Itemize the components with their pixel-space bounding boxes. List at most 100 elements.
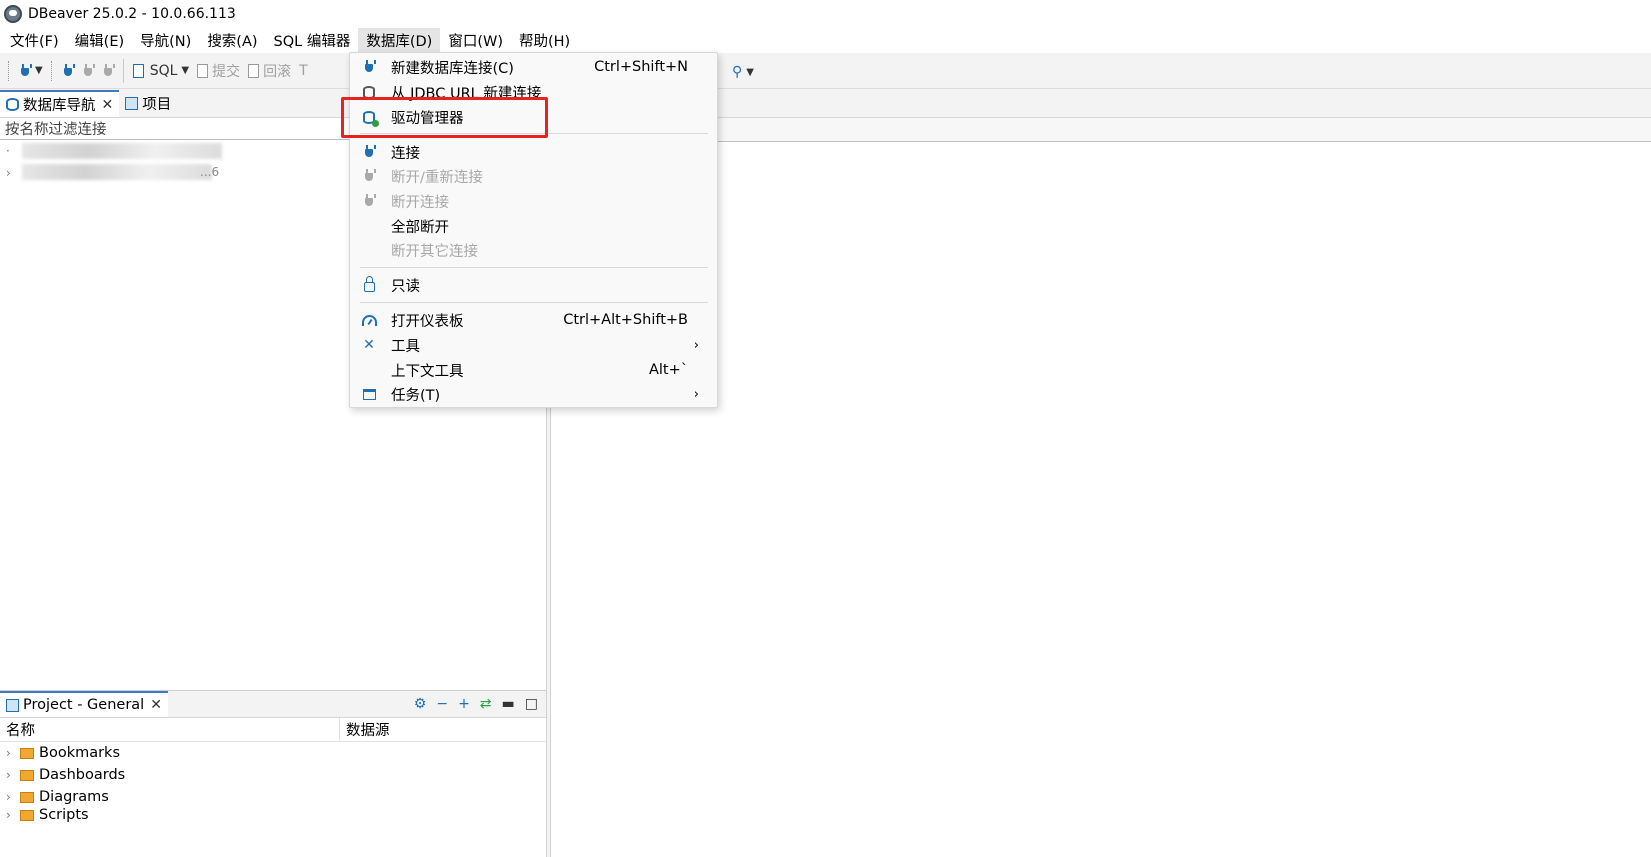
dashboard-icon (361, 312, 377, 328)
menu-separator (360, 302, 708, 303)
sql-script-icon (132, 63, 144, 78)
menu-item-connect[interactable]: 连接 (350, 140, 717, 164)
list-item-label: Diagrams (39, 789, 109, 805)
chevron-right-icon[interactable]: › (6, 746, 20, 760)
menu-item-new-connection[interactable]: 新建数据库连接(C) Ctrl+Shift+N (350, 55, 717, 79)
menu-item-label: 打开仪表板 (391, 313, 464, 330)
tab-database-navigator-label: 数据库导航 (23, 98, 96, 114)
diagrams-folder-icon (20, 791, 34, 803)
maximize-icon[interactable]: □ (525, 696, 538, 712)
menu-file[interactable]: 文件(F) (2, 28, 67, 53)
project-panel-tools: ⚙ − + ⇄ ▬ □ (414, 691, 546, 717)
commit-button[interactable]: 提交 (193, 58, 244, 84)
list-item-bookmarks[interactable]: › Bookmarks (0, 742, 546, 764)
tab-project-general[interactable]: Project - General ✕ (0, 691, 168, 717)
menu-item-tools[interactable]: ✕ 工具 › (350, 333, 717, 357)
list-item-scripts[interactable]: › Scripts (0, 808, 546, 822)
transaction-mode-button[interactable]: T (295, 58, 312, 84)
menu-bar: 文件(F) 编辑(E) 导航(N) 搜索(A) SQL 编辑器 数据库(D) 窗… (0, 28, 1651, 53)
chevron-right-icon[interactable]: › (6, 166, 20, 180)
new-connection-icon (361, 59, 377, 75)
menu-item-label: 工具 (391, 338, 420, 355)
list-item-label: Scripts (39, 808, 89, 822)
column-datasource-header[interactable]: 数据源 (340, 718, 390, 741)
transaction-mode-label: T (299, 62, 308, 79)
menu-sql-editor[interactable]: SQL 编辑器 (266, 28, 359, 53)
tab-database-navigator[interactable]: 数据库导航 ✕ (0, 90, 120, 117)
main-toolbar: ▼ SQL ▼ 提交 回滚 T ⚲ ▼ (0, 53, 1651, 89)
collapse-icon[interactable]: − (436, 696, 448, 712)
menu-edit[interactable]: 编辑(E) (67, 28, 132, 53)
menu-item-disconnect[interactable]: 断开连接 (350, 189, 717, 213)
chevron-right-icon[interactable]: › (6, 808, 20, 822)
menu-item-context-tools[interactable]: 上下文工具 Alt+` (350, 358, 717, 382)
disconnect-icon (102, 63, 115, 78)
minimize-icon[interactable]: ▬ (502, 696, 515, 712)
tab-project-general-label: Project - General (23, 697, 145, 713)
connect-button[interactable] (58, 58, 78, 84)
rollback-button[interactable]: 回滚 (244, 58, 295, 84)
menu-item-reconnect[interactable]: 断开/重新连接 (350, 164, 717, 188)
menu-item-disconnect-others[interactable]: 断开其它连接 (350, 238, 717, 262)
chevron-right-icon[interactable]: › (6, 790, 20, 804)
new-connection-icon (19, 63, 32, 78)
menu-item-read-only[interactable]: 只读 (350, 273, 717, 297)
expand-icon[interactable]: + (458, 696, 470, 712)
column-name-header[interactable]: 名称 (0, 718, 340, 741)
reconnect-button[interactable] (78, 58, 98, 84)
project-panel: Project - General ✕ ⚙ − + ⇄ ▬ □ 名称 数据源 ›… (0, 690, 547, 857)
disconnect-button[interactable] (98, 58, 118, 84)
link-editor-icon[interactable]: ⇄ (480, 696, 492, 712)
menu-item-label: 上下文工具 (391, 363, 464, 380)
annotation-highlight-box (341, 97, 548, 138)
chevron-right-icon[interactable]: › (6, 768, 20, 782)
dashboards-folder-icon (20, 769, 34, 781)
search-icon: ⚲ (732, 64, 743, 80)
close-icon[interactable]: ✕ (150, 697, 162, 713)
tools-icon: ✕ (363, 337, 375, 353)
title-bar: DBeaver 25.0.2 - 10.0.66.113 (0, 0, 1651, 28)
chevron-down-icon[interactable]: ▼ (181, 65, 189, 76)
menu-help[interactable]: 帮助(H) (511, 28, 578, 53)
sql-editor-button[interactable]: SQL ▼ (129, 58, 193, 84)
menu-navigate[interactable]: 导航(N) (132, 28, 199, 53)
toolbar-grip (8, 60, 11, 81)
chevron-right-icon[interactable]: · (6, 144, 20, 158)
disconnect-icon (361, 193, 377, 209)
lock-icon (361, 276, 377, 293)
toolbar-separator (122, 58, 124, 83)
project-columns-header: 名称 数据源 (0, 718, 546, 742)
chevron-down-icon[interactable]: ▼ (746, 67, 754, 78)
chevron-right-icon: › (693, 386, 699, 402)
rollback-label: 回滚 (263, 63, 292, 80)
new-connection-button[interactable]: ▼ (15, 58, 47, 84)
scripts-folder-icon (20, 809, 34, 821)
gear-icon[interactable]: ⚙ (414, 696, 427, 712)
menu-search[interactable]: 搜索(A) (199, 28, 265, 53)
project-panel-tabs: Project - General ✕ ⚙ − + ⇄ ▬ □ (0, 691, 546, 718)
menu-item-shortcut: Alt+` (648, 362, 688, 378)
list-item-diagrams[interactable]: › Diagrams (0, 786, 546, 808)
tab-projects[interactable]: 项目 (119, 90, 177, 117)
connect-icon (361, 144, 377, 160)
menu-item-open-dashboard[interactable]: 打开仪表板 Ctrl+Alt+Shift+B (350, 308, 717, 332)
menu-item-label: 新建数据库连接(C) (391, 60, 514, 77)
bookmarks-folder-icon (20, 747, 34, 759)
menu-window[interactable]: 窗口(W) (440, 28, 511, 53)
menu-item-tasks[interactable]: 任务(T) › (350, 382, 717, 406)
rollback-icon (248, 63, 260, 78)
chevron-down-icon[interactable]: ▼ (35, 65, 43, 76)
commit-label: 提交 (212, 63, 241, 80)
search-button[interactable]: ⚲ ▼ (728, 59, 758, 85)
list-item-label: Bookmarks (39, 745, 121, 761)
redacted-connection (22, 143, 222, 159)
connect-icon (62, 63, 75, 78)
menu-item-disconnect-all[interactable]: 全部断开 (350, 214, 717, 238)
menu-database[interactable]: 数据库(D) (358, 28, 441, 53)
list-item-dashboards[interactable]: › Dashboards (0, 764, 546, 786)
tab-projects-label: 项目 (142, 97, 172, 113)
close-icon[interactable]: ✕ (102, 97, 114, 113)
reconnect-icon (82, 63, 95, 78)
dbeaver-logo-icon (4, 5, 22, 23)
projects-icon (125, 97, 139, 110)
